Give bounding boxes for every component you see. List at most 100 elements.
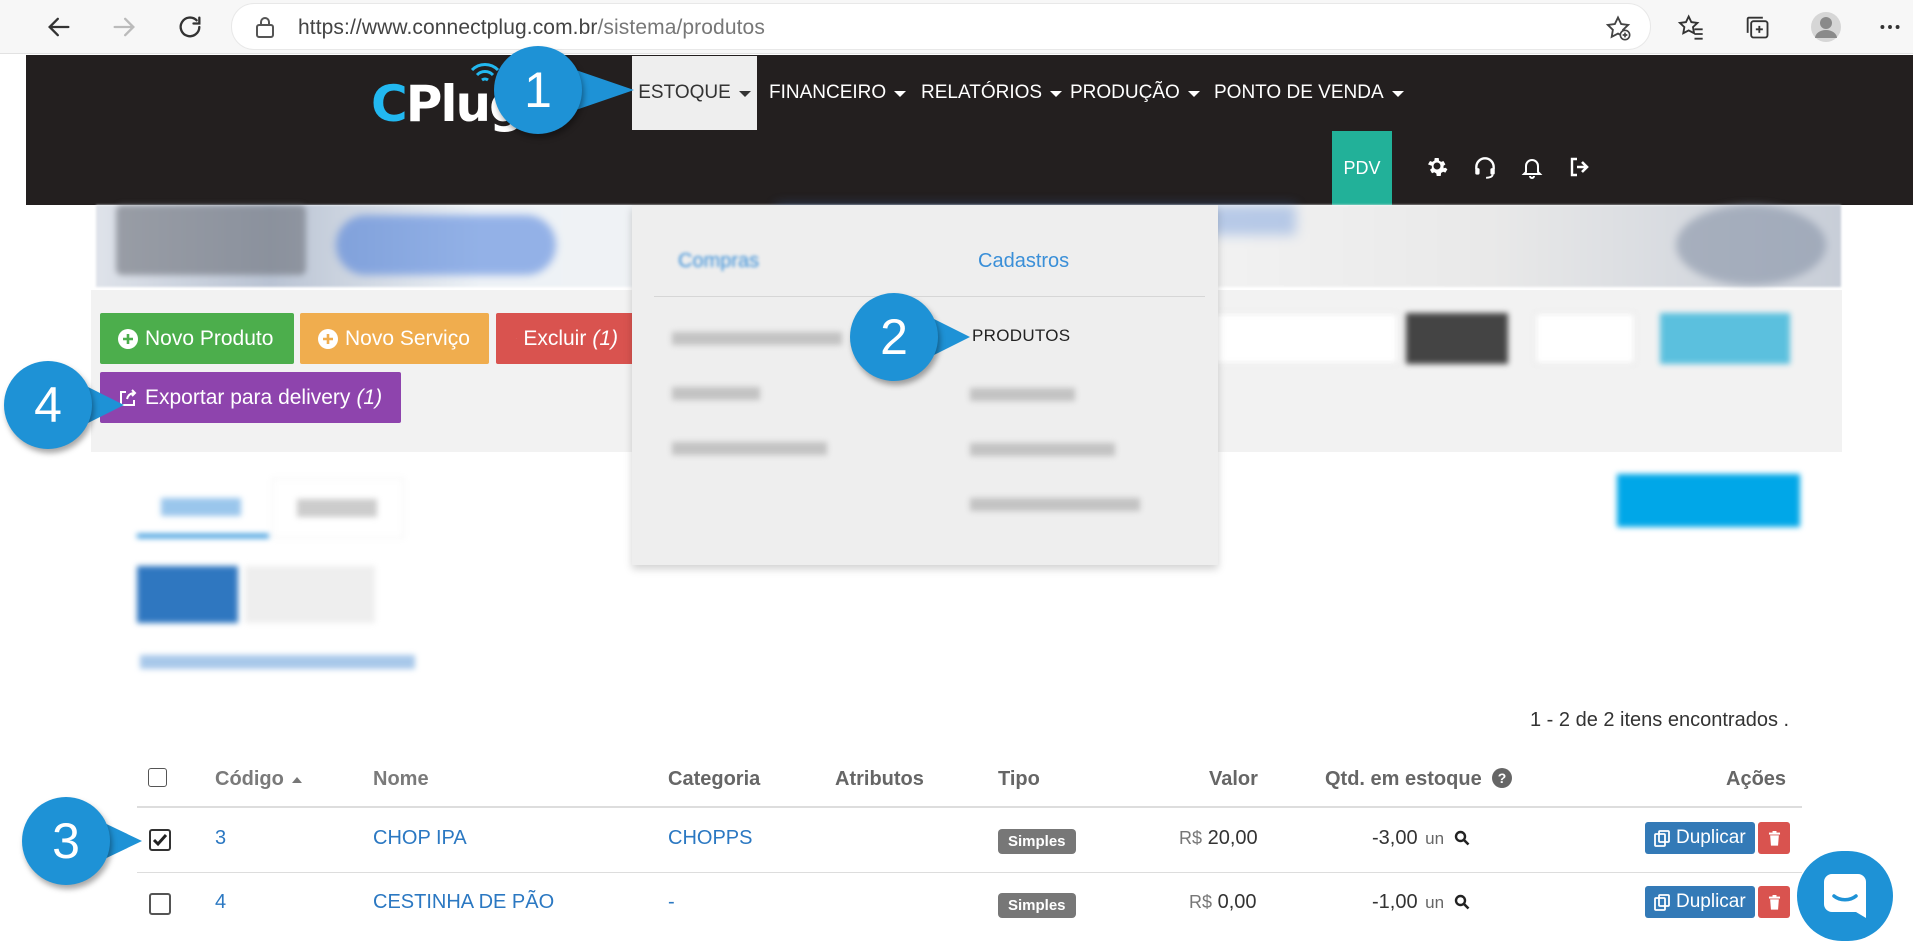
notifications-button[interactable] [1517,152,1547,182]
favorites-icon [1677,14,1703,40]
buscar-button[interactable] [1406,313,1508,364]
excluir-button[interactable]: Excluir (1) [496,313,636,364]
profile-button[interactable] [1804,5,1848,49]
column-header-codigo[interactable]: Código [215,768,303,791]
callout-3-number: 3 [22,797,110,885]
dropdown-item-pedidos-de-compra[interactable] [672,332,842,345]
column-header-valor[interactable]: Valor [1209,768,1258,791]
search-input[interactable] [1208,313,1398,364]
tab-produtos[interactable] [137,478,269,538]
row-qtd-estoque: -3,00 un [1372,827,1470,850]
dropdown-divider [950,296,1205,297]
more-icon [1880,25,1900,29]
dropdown-item-compras[interactable] [672,387,760,400]
plus-circle-icon [318,328,338,349]
exportar-delivery-button[interactable]: Exportar para delivery (1) [100,372,401,423]
row-divider [137,872,1802,873]
tab-servicos[interactable] [272,478,404,538]
menu-financeiro[interactable]: FINANCEIRO [769,56,907,130]
row-categoria[interactable]: - [668,891,675,914]
trash-icon [1768,894,1780,910]
chat-widget-button[interactable] [1797,851,1893,941]
menu-relatorios[interactable]: RELATÓRIOS [921,56,1063,130]
chat-icon [1824,874,1866,918]
logout-button[interactable] [1564,152,1594,182]
address-bar[interactable]: https://www.connectplug.com.br/sistema/p… [232,4,1650,49]
dropdown-item-nf-e-de-entrada[interactable] [672,442,827,455]
row-valor: R$ 0,00 [1189,891,1257,913]
collections-icon [1746,16,1769,39]
lista-de-precos-button[interactable] [1617,474,1800,527]
forward-button[interactable] [102,5,146,49]
settings-button[interactable] [1422,152,1452,182]
row-nome[interactable]: CHOP IPA [373,827,467,850]
url-text: https://www.connectplug.com.br/sistema/p… [298,16,765,39]
column-header-categoria[interactable]: Categoria [668,768,760,791]
row-qtd-estoque: -1,00 un [1372,891,1470,914]
dropdown-item-estoques[interactable] [970,388,1075,401]
collections-button[interactable] [1735,5,1779,49]
exportar-label: Exportar para delivery [145,385,351,409]
row-valor: R$ 20,00 [1179,827,1258,849]
refresh-icon [179,16,201,38]
select-all-checkbox[interactable] [148,768,167,787]
dropdown-header-compras: Compras [678,250,760,272]
column-header-atributos: Atributos [835,768,924,790]
refresh-button[interactable] [168,5,212,49]
excluidos-filter-button[interactable] [245,566,375,623]
table-header-divider [137,806,1802,808]
tipo-badge: Simples [998,829,1076,854]
menu-ponto-de-venda[interactable]: PONTO DE VENDA [1214,56,1404,130]
dropdown-item-transportadora[interactable] [970,498,1140,511]
svg-text:?: ? [1498,770,1507,786]
duplicar-button[interactable]: Duplicar [1645,822,1755,854]
dropdown-item-produtos[interactable]: PRODUTOS [972,326,1070,346]
plus-circle-icon [118,328,138,349]
sort-up-icon [292,776,303,783]
row-checkbox[interactable] [149,893,171,915]
check-icon [152,834,168,847]
callout-2-number: 2 [850,293,938,381]
dropdown-item-fornecedores[interactable] [970,443,1115,456]
excluir-label: Excluir [523,326,587,350]
videos-button[interactable] [1660,313,1790,364]
ativos-filter-button[interactable] [137,566,238,623]
question-icon[interactable]: ? [1492,768,1513,788]
favorites-button[interactable] [1669,5,1713,49]
pdv-button[interactable]: PDV [1332,131,1392,205]
row-codigo[interactable]: 4 [215,891,226,914]
column-header-acoes: Ações [1726,768,1787,790]
delete-row-button[interactable] [1758,822,1790,854]
support-button[interactable] [1470,152,1500,182]
novo-servico-button[interactable]: Novo Serviço [300,313,489,364]
novo-servico-label: Novo Serviço [345,326,470,350]
filtros-button[interactable] [1535,313,1635,364]
back-button[interactable] [37,5,81,49]
callout-1-number: 1 [494,46,582,134]
row-codigo[interactable]: 3 [215,827,226,850]
row-checkbox[interactable] [149,829,171,851]
atualizacao-em-lote-link[interactable] [140,655,415,669]
row-nome[interactable]: CESTINHA DE PÃO [373,891,554,914]
excluir-count: (1) [592,326,618,350]
callout-4-number: 4 [4,361,92,449]
column-header-qtd-estoque[interactable]: Qtd. em estoque ? [1325,768,1513,791]
more-button[interactable] [1868,5,1912,49]
novo-produto-button[interactable]: Novo Produto [100,313,294,364]
items-found-count: 1 - 2 de 2 itens encontrados . [1530,709,1790,731]
column-header-tipo[interactable]: Tipo [998,768,1040,791]
trash-icon [1768,830,1780,846]
star-add-icon[interactable] [1604,14,1632,42]
duplicar-button[interactable]: Duplicar [1645,886,1755,918]
exportar-count: (1) [356,385,383,409]
row-categoria[interactable]: CHOPPS [668,827,752,850]
column-header-nome[interactable]: Nome [373,768,429,791]
novo-produto-label: Novo Produto [145,326,274,350]
menu-estoque[interactable]: ESTOQUE [632,56,757,130]
search-icon[interactable] [1454,894,1470,910]
search-icon[interactable] [1454,830,1470,846]
logout-icon [1570,157,1589,177]
profile-icon [1811,12,1841,42]
menu-producao[interactable]: PRODUÇÃO [1070,56,1200,130]
delete-row-button[interactable] [1758,886,1790,918]
